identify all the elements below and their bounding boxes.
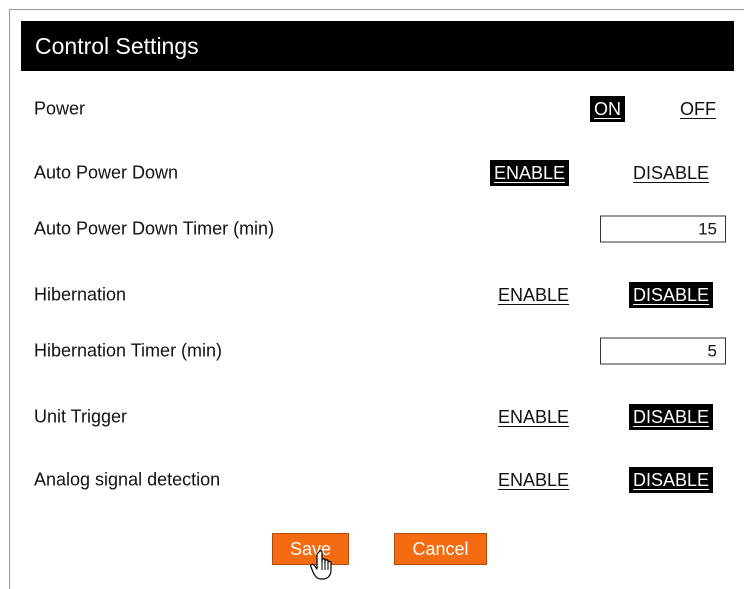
cancel-button[interactable]: Cancel — [394, 533, 487, 565]
unit-trigger-disable-option[interactable]: DISABLE — [629, 404, 714, 430]
setting-row-hibernation-timer: Hibernation Timer (min) — [34, 336, 726, 366]
hand-pointer-icon — [310, 550, 332, 580]
setting-row-analog-signal-detection: Analog signal detection ENABLE DISABLE — [34, 465, 726, 495]
setting-row-auto-power-down: Auto Power Down ENABLE DISABLE — [34, 158, 726, 188]
analog-signal-detection-enable-option[interactable]: ENABLE — [494, 467, 573, 493]
analog-signal-detection-label: Analog signal detection — [34, 469, 221, 490]
power-on-option[interactable]: ON — [590, 96, 625, 122]
auto-power-down-disable-option[interactable]: DISABLE — [629, 160, 713, 186]
power-label: Power — [34, 98, 86, 119]
auto-power-down-enable-option[interactable]: ENABLE — [490, 160, 570, 186]
unit-trigger-enable-option[interactable]: ENABLE — [494, 404, 573, 430]
unit-trigger-label: Unit Trigger — [34, 406, 128, 427]
auto-power-down-timer-input[interactable] — [600, 215, 726, 243]
panel-title-text: Control Settings — [35, 33, 199, 59]
hibernation-enable-option[interactable]: ENABLE — [494, 282, 573, 308]
panel-title: Control Settings — [21, 21, 734, 71]
hibernation-timer-input[interactable] — [600, 337, 726, 365]
auto-power-down-label: Auto Power Down — [34, 162, 179, 183]
setting-row-hibernation: Hibernation ENABLE DISABLE — [34, 280, 726, 310]
power-off-option[interactable]: OFF — [676, 96, 720, 122]
setting-row-unit-trigger: Unit Trigger ENABLE DISABLE — [34, 402, 726, 432]
setting-row-auto-power-down-timer: Auto Power Down Timer (min) — [34, 214, 726, 244]
hibernation-label: Hibernation — [34, 284, 127, 305]
auto-power-down-timer-label: Auto Power Down Timer (min) — [34, 218, 275, 239]
setting-row-power: Power ON OFF — [34, 94, 726, 124]
hibernation-disable-option[interactable]: DISABLE — [629, 282, 714, 308]
hibernation-timer-label: Hibernation Timer (min) — [34, 340, 223, 361]
analog-signal-detection-disable-option[interactable]: DISABLE — [629, 467, 714, 493]
